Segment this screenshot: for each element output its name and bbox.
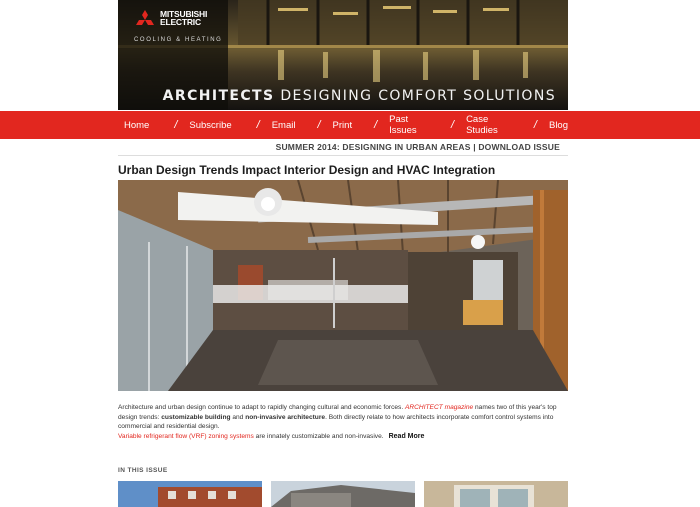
in-this-issue-heading: IN THIS ISSUE [118, 467, 168, 474]
nav-past-issues[interactable]: Past Issues [389, 114, 429, 136]
vrf-line: Variable refrigerant flow (VRF) zoning s… [118, 433, 424, 440]
main-nav: Home / Subscribe / Email / Print / Past … [0, 111, 700, 139]
mitsubishi-diamonds-icon [136, 10, 154, 25]
nav-separator: / [256, 119, 260, 131]
issue-link[interactable]: SUMMER 2014: DESIGNING IN URBAN AREAS | … [276, 142, 560, 152]
nav-home[interactable]: Home [124, 120, 149, 131]
tagline-rest: DESIGNING COMFORT SOLUTIONS [274, 88, 556, 104]
issue-thumbnail[interactable] [271, 481, 415, 507]
nav-print[interactable]: Print [333, 120, 353, 131]
issue-thumbnail[interactable] [424, 481, 568, 507]
intro-text: Architecture and urban design continue t… [118, 404, 406, 411]
brand-subline: COOLING & HEATING [134, 37, 223, 43]
issue-thumbnail[interactable] [118, 481, 262, 507]
article-intro: Architecture and urban design continue t… [118, 403, 568, 432]
nav-separator: / [317, 119, 321, 131]
nav-email[interactable]: Email [272, 120, 296, 131]
brand-name-line2: ELECTRIC [160, 17, 201, 27]
header-banner: MITSUBISHI ELECTRIC COOLING & HEATING AR… [118, 0, 568, 110]
vrf-text: are innately customizable and non-invasi… [253, 433, 384, 440]
nav-separator: / [374, 119, 378, 131]
tagline: ARCHITECTS DESIGNING COMFORT SOLUTIONS [163, 88, 556, 104]
tagline-bold: ARCHITECTS [162, 88, 275, 104]
nav-case-studies[interactable]: Case Studies [466, 114, 512, 136]
nav-subscribe[interactable]: Subscribe [189, 120, 231, 131]
nav-blog[interactable]: Blog [549, 120, 568, 131]
intro-text: and [230, 413, 246, 421]
nav-items: Home / Subscribe / Email / Print / Past … [118, 111, 568, 139]
nav-separator: / [174, 119, 178, 131]
hero-office-image [118, 180, 568, 391]
nav-separator: / [533, 119, 537, 131]
read-more-link[interactable]: Read More [389, 433, 425, 440]
nav-separator: / [451, 119, 455, 131]
divider [118, 155, 568, 156]
vrf-link[interactable]: Variable refrigerant flow (VRF) zoning s… [118, 433, 254, 440]
intro-bold: non-invasive architecture [245, 413, 326, 421]
brand-name: MITSUBISHI ELECTRIC [160, 10, 207, 27]
brand-logo[interactable]: MITSUBISHI ELECTRIC [134, 10, 207, 32]
architect-magazine-link[interactable]: ARCHITECT magazine [405, 404, 473, 411]
article-title: Urban Design Trends Impact Interior Desi… [118, 163, 496, 177]
intro-bold: customizable building [161, 413, 231, 421]
